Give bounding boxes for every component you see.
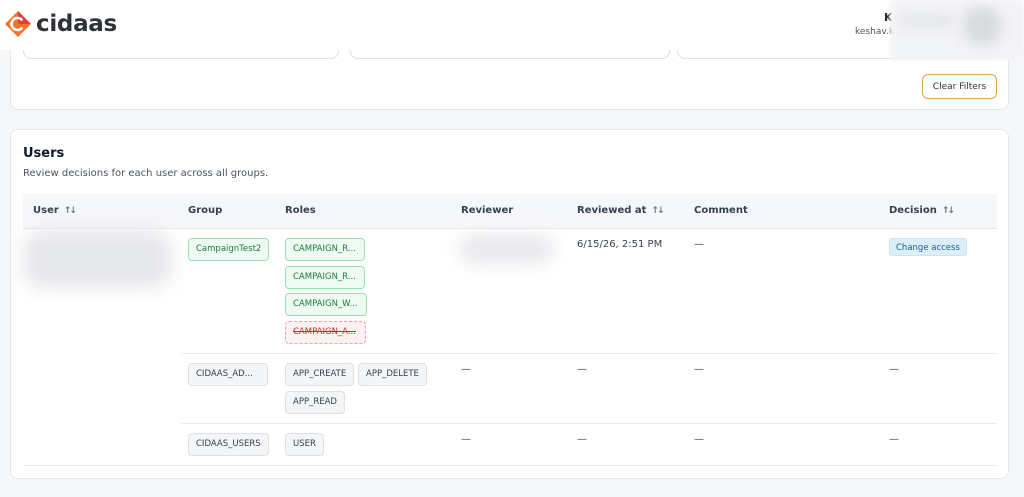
redacted-reviewer [459,234,554,264]
column-roles: Roles [285,205,316,216]
column-reviewed-at[interactable]: Reviewed at ↑↓ [577,205,665,216]
clear-filters-button[interactable]: Clear Filters [922,74,997,99]
reviewed-at-cell: 6/15/26, 2:51 PM [577,239,663,250]
redacted-user-area [890,0,1024,60]
group-chip: CIDAAS_AD... [188,363,268,386]
column-comment: Comment [694,205,748,216]
role-chip: APP_READ [285,391,345,414]
decision-cell: — [889,364,899,375]
reviewer-cell: — [461,364,471,375]
comment-cell: — [694,239,704,250]
sort-icon[interactable]: ↑↓ [942,206,955,216]
sort-icon[interactable]: ↑↓ [64,206,77,216]
role-chip: APP_DELETE [358,363,427,386]
comment-cell: — [694,364,704,375]
comment-cell: — [694,434,704,445]
row-divider [181,423,997,424]
cidaas-logo-icon [5,11,31,37]
users-subtitle: Review decisions for each user across al… [23,168,269,179]
role-chip: CAMPAIGN_R... [285,266,365,289]
reviewed-at-cell: — [577,364,587,375]
row-divider [181,353,997,354]
column-reviewer: Reviewer [461,205,514,216]
group-chip: CIDAAS_USERS [188,433,269,456]
users-title: Users [23,146,65,161]
row-divider [23,465,997,466]
table-header: User ↑↓ Group Roles Reviewer Reviewed at ↑… [23,194,997,229]
filter-card: Clear Filters [10,40,1009,110]
user-email: keshav.k [855,27,895,37]
top-bar: cidaas K keshav.k [0,0,1024,60]
reviewed-at-cell: — [577,434,587,445]
role-chip: CAMPAIGN_R... [285,238,365,261]
role-chip: CAMPAIGN_W... [285,293,367,316]
column-decision[interactable]: Decision ↑↓ [889,205,955,216]
user-avatar[interactable] [962,6,1002,46]
group-chip: CampaignTest2 [188,238,270,261]
reviewer-cell: — [461,434,471,445]
decision-badge[interactable]: Change access [889,238,967,256]
cidaas-logo[interactable]: cidaas [4,10,117,38]
redacted-user-cell [23,230,171,288]
role-chip: USER [285,433,324,456]
decision-cell: — [889,434,899,445]
column-user[interactable]: User ↑↓ [33,205,77,216]
role-chip: APP_CREATE [285,363,355,386]
column-group: Group [188,205,223,216]
role-chip-removed: CAMPAIGN_A... [285,321,366,344]
logo-text: cidaas [36,11,117,37]
redacted-user-name [898,14,954,28]
users-card: Users Review decisions for each user acr… [10,129,1009,479]
sort-icon[interactable]: ↑↓ [651,206,664,216]
